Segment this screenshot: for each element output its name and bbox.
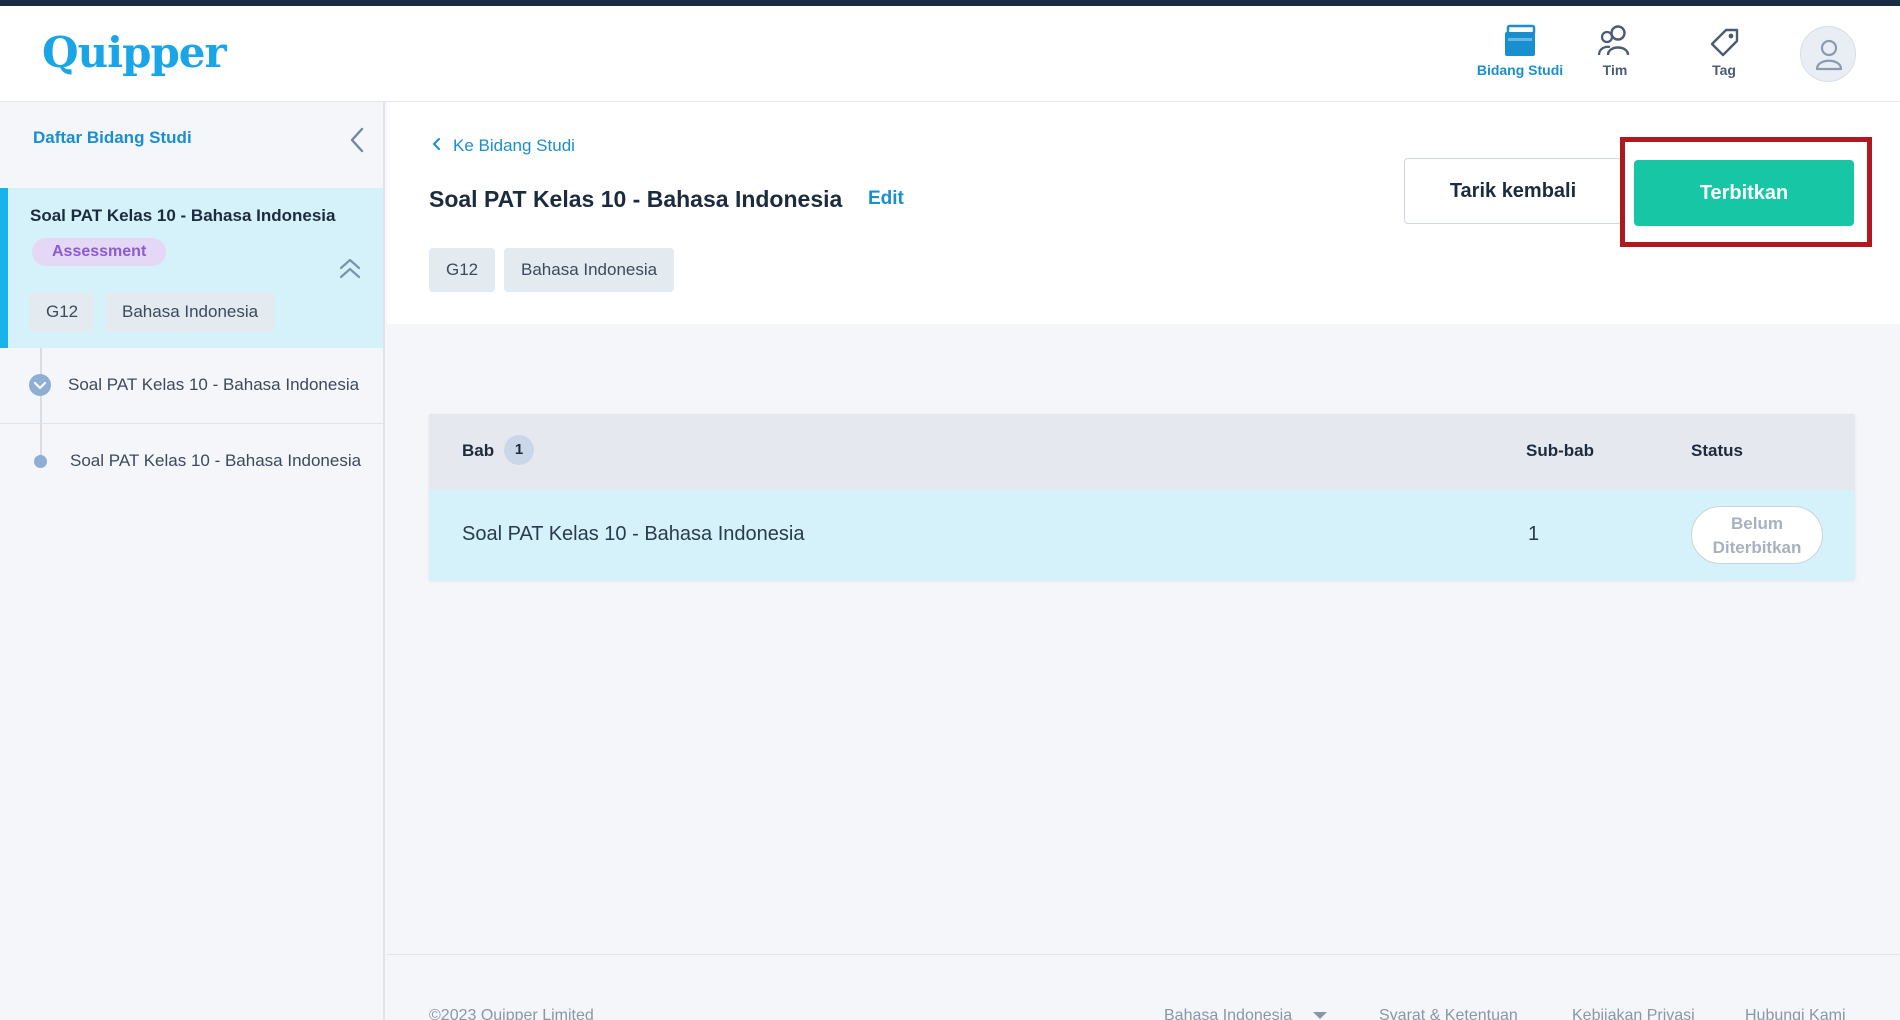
- subject-tag: G12: [429, 248, 496, 292]
- bullet-dot-icon: [34, 455, 47, 468]
- status-line-1: Belum: [1731, 514, 1783, 533]
- sidebar-item-label: Soal PAT Kelas 10 - Bahasa Indonesia: [70, 451, 362, 470]
- sidebar-title: Daftar Bidang Studi: [33, 128, 192, 147]
- sidebar-tag: G12: [30, 292, 95, 332]
- chapter-count-badge: 1: [504, 435, 534, 465]
- footer-link-terms[interactable]: Syarat & Ketentuan: [1379, 1007, 1518, 1020]
- nav-tim[interactable]: Tim: [1560, 24, 1670, 78]
- subject-tag: Bahasa Indonesia: [504, 248, 675, 292]
- back-link[interactable]: Ke Bidang Studi: [431, 136, 575, 156]
- footer-link-privacy[interactable]: Kebijakan Privasi: [1572, 1007, 1695, 1020]
- sidebar-selected-card[interactable]: Soal PAT Kelas 10 - Bahasa Indonesia Ass…: [0, 188, 383, 348]
- app-header: Quipper Bidang Studi Tim Tag: [0, 6, 1900, 102]
- nav-label: Bidang Studi: [1476, 62, 1564, 78]
- chevron-left-icon: [433, 138, 440, 150]
- sidebar: Daftar Bidang Studi Soal PAT Kelas 10 - …: [0, 102, 385, 1020]
- sidebar-tag: Bahasa Indonesia: [106, 292, 275, 332]
- footer-copyright: ©2023 Quipper Limited: [429, 1007, 594, 1020]
- nav-label: Tim: [1602, 62, 1628, 78]
- user-avatar[interactable]: [1800, 26, 1856, 82]
- chevron-left-icon[interactable]: [348, 126, 366, 154]
- caret-down-icon: [1312, 1012, 1327, 1020]
- footer-link-contact[interactable]: Hubungi Kami: [1745, 1007, 1846, 1020]
- status-badge: Belum Diterbitkan: [1691, 506, 1823, 564]
- col-status: Status: [1691, 441, 1743, 460]
- footer-divider: [387, 954, 1900, 955]
- language-label: Bahasa Indonesia: [1164, 1007, 1293, 1020]
- chevron-double-up-icon[interactable]: [338, 256, 362, 282]
- language-selector[interactable]: Bahasa Indonesia: [1164, 1007, 1327, 1020]
- user-icon: [1815, 39, 1843, 71]
- nav-tag[interactable]: Tag: [1669, 24, 1779, 78]
- chapter-title: Soal PAT Kelas 10 - Bahasa Indonesia: [462, 523, 805, 545]
- page-title: Soal PAT Kelas 10 - Bahasa Indonesia: [429, 186, 843, 212]
- tag-icon: [1710, 28, 1739, 57]
- publish-button[interactable]: Terbitkan: [1634, 160, 1854, 226]
- nav-label: Tag: [1712, 62, 1736, 78]
- edit-link[interactable]: Edit: [868, 188, 904, 210]
- col-subbab: Sub-bab: [1526, 441, 1594, 460]
- nav-bidang-studi[interactable]: Bidang Studi: [1465, 24, 1575, 78]
- card-title: Soal PAT Kelas 10 - Bahasa Indonesia: [30, 206, 336, 225]
- col-bab: Bab: [462, 441, 495, 460]
- status-line-2: Diterbitkan: [1712, 538, 1802, 557]
- unpublish-button[interactable]: Tarik kembali: [1404, 158, 1622, 224]
- book-icon: [1505, 24, 1536, 56]
- sidebar-item-label: Soal PAT Kelas 10 - Bahasa Indonesia: [68, 375, 360, 394]
- chapter-table: Bab 1 Sub-bab Status Soal PAT Kelas 10 -…: [429, 414, 1855, 580]
- chevron-down-icon[interactable]: [29, 374, 51, 396]
- team-icon: [1597, 25, 1630, 56]
- sidebar-item[interactable]: Soal PAT Kelas 10 - Bahasa Indonesia: [0, 348, 383, 424]
- back-link-label: Ke Bidang Studi: [453, 136, 575, 155]
- subbab-count: 1: [1528, 523, 1540, 545]
- sidebar-item[interactable]: Soal PAT Kelas 10 - Bahasa Indonesia: [0, 424, 383, 500]
- assessment-badge: Assessment: [32, 238, 167, 266]
- quipper-logo[interactable]: Quipper: [42, 28, 227, 77]
- table-row[interactable]: Soal PAT Kelas 10 - Bahasa Indonesia 1 B…: [429, 490, 1855, 580]
- table-header: Bab 1 Sub-bab Status: [429, 414, 1855, 490]
